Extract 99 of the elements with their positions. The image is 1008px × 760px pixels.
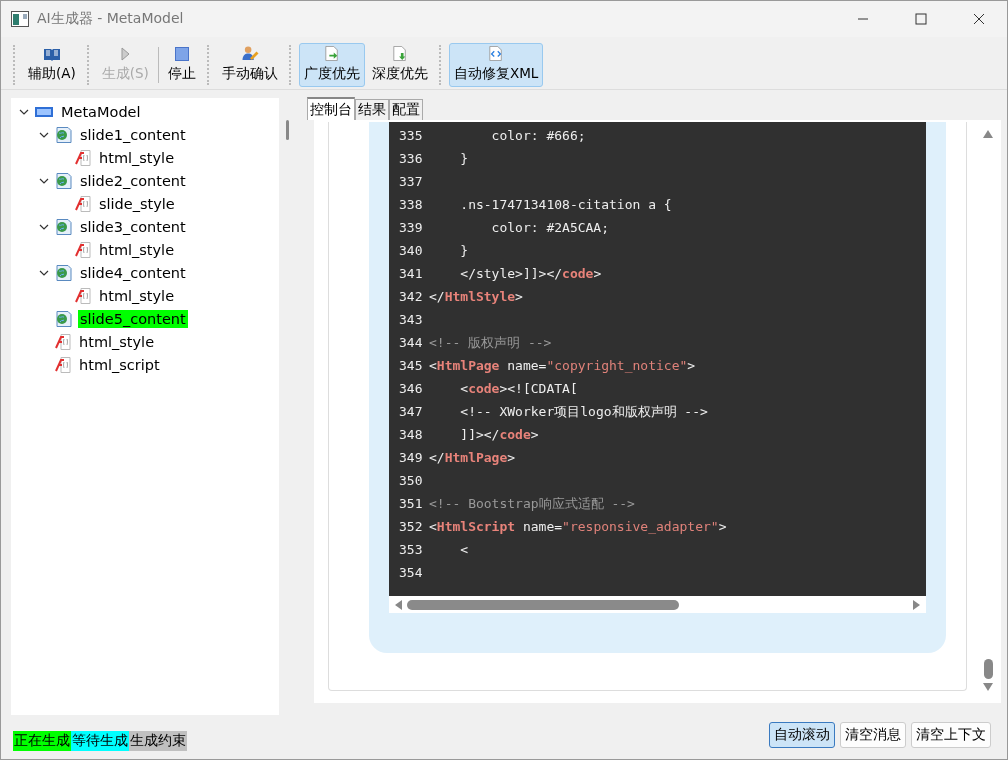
globe-page-icon (55, 310, 72, 327)
chevron-icon[interactable] (39, 268, 49, 277)
close-icon[interactable] (973, 13, 985, 25)
line-number: 353 (399, 542, 424, 557)
chevron-icon[interactable] (39, 176, 49, 185)
code-line: <HtmlScript name="responsive_adapter"> (429, 519, 727, 534)
toolbar-button[interactable]: 广度优先 (298, 43, 365, 87)
line-number: 349 (399, 450, 424, 465)
globe-page-icon (55, 218, 72, 235)
tree-item[interactable]: html_style (77, 332, 157, 351)
code-line: </HtmlPage> (429, 450, 516, 465)
chevron-icon[interactable] (19, 107, 29, 116)
line-number: 348 (399, 427, 424, 442)
window-title: AI生成器 - MetaModel (37, 10, 184, 28)
tree-item[interactable]: slide_style (97, 194, 177, 213)
tab[interactable]: 结果 (355, 99, 389, 120)
code-line: } (459, 243, 469, 258)
tree-item[interactable]: html_style (97, 286, 177, 305)
app-icon (11, 11, 29, 27)
globe-page-icon (55, 172, 72, 189)
toolbar-button[interactable]: 辅助(A) (23, 43, 81, 87)
code-line: </HtmlStyle> (429, 289, 523, 304)
status-legend-label: 生成约束 (129, 731, 187, 751)
code-document-icon (488, 46, 505, 61)
style-file-icon (55, 333, 71, 350)
status-legend-label: 正在生成 (13, 731, 71, 751)
scroll-down-icon[interactable] (983, 683, 993, 691)
toolbar-button[interactable]: 深度优先 (366, 43, 433, 87)
code-line: .ns-1747134108-citation a { (459, 197, 672, 212)
play-icon (120, 47, 131, 61)
scroll-right-icon[interactable] (912, 599, 920, 610)
tab[interactable]: 控制台 (307, 97, 355, 120)
code-line: color: #2A5CAA; (490, 220, 609, 235)
toolbar-button[interactable]: 自动修复XML (448, 43, 544, 87)
code-line: </style>]]></code> (459, 266, 602, 281)
line-number: 343 (399, 312, 424, 327)
scrollbar-thumb[interactable] (983, 659, 993, 679)
line-number: 354 (399, 565, 424, 580)
stop-icon (174, 47, 189, 61)
line-number: 342 (399, 289, 424, 304)
tree-item[interactable]: html_style (97, 148, 177, 167)
line-number: 336 (399, 151, 424, 166)
line-number: 344 (399, 335, 424, 350)
action-button[interactable]: 清空消息 (840, 722, 906, 748)
html-file-icon (35, 106, 53, 117)
code-line: <code><![CDATA[ (459, 381, 578, 396)
style-file-icon (75, 195, 91, 212)
scroll-up-icon[interactable] (983, 130, 993, 138)
line-number: 352 (399, 519, 424, 534)
action-button[interactable]: 清空上下文 (911, 722, 991, 748)
style-file-icon (75, 287, 91, 304)
tree-item[interactable]: html_script (77, 355, 162, 374)
tree-item[interactable]: slide4_content (78, 263, 188, 282)
code-line: <!-- XWorker项目logo和版权声明 --> (459, 402, 708, 421)
line-number: 337 (399, 174, 424, 189)
line-number: 339 (399, 220, 424, 235)
action-button[interactable]: 自动滚动 (769, 722, 835, 748)
document-arrow-icon (391, 46, 408, 61)
tree-item[interactable]: MetaModel (59, 102, 143, 121)
scrollbar-thumb[interactable] (407, 599, 679, 610)
scroll-left-icon[interactable] (395, 599, 403, 610)
code-line: color: #666; (490, 128, 586, 143)
line-number: 335 (399, 128, 424, 143)
status-legend-label: 等待生成 (71, 731, 129, 751)
document-arrow-icon (323, 46, 340, 61)
code-line: <HtmlPage name="copyright_notice"> (429, 358, 696, 373)
line-number: 351 (399, 496, 424, 511)
style-file-icon (55, 356, 71, 373)
line-number: 347 (399, 404, 424, 419)
tree-item[interactable]: slide5_content (78, 309, 188, 328)
toolbar-button[interactable]: 手动确认 (216, 43, 283, 87)
line-number: 345 (399, 358, 424, 373)
toolbar-button[interactable]: 停止 (162, 43, 201, 87)
line-number: 340 (399, 243, 424, 258)
style-file-icon (75, 241, 91, 258)
tree-item[interactable]: slide1_content (78, 125, 188, 144)
code-line: ]]></code> (459, 427, 539, 442)
chevron-icon[interactable] (39, 130, 49, 139)
tree-item[interactable]: slide2_content (78, 171, 188, 190)
code-line: <!-- 版权声明 --> (429, 333, 552, 352)
tree-item[interactable]: html_style (97, 240, 177, 259)
horizontal-scrollbar[interactable] (389, 596, 926, 613)
line-number: 338 (399, 197, 424, 212)
globe-page-icon (55, 126, 72, 143)
scrollbar-thumb[interactable] (286, 120, 289, 140)
code-line: <!-- Bootstrap响应式适配 --> (429, 494, 635, 513)
book-icon (42, 47, 61, 61)
line-number: 346 (399, 381, 424, 396)
tab[interactable]: 配置 (389, 99, 423, 120)
line-number: 341 (399, 266, 424, 281)
code-line: } (459, 151, 469, 166)
code-line: < (459, 542, 469, 557)
style-file-icon (75, 149, 91, 166)
person-pencil-icon (240, 46, 259, 61)
maximize-icon[interactable] (915, 13, 927, 25)
tree-item[interactable]: slide3_content (78, 217, 188, 236)
globe-page-icon (55, 264, 72, 281)
chevron-icon[interactable] (39, 222, 49, 231)
line-number: 350 (399, 473, 424, 488)
